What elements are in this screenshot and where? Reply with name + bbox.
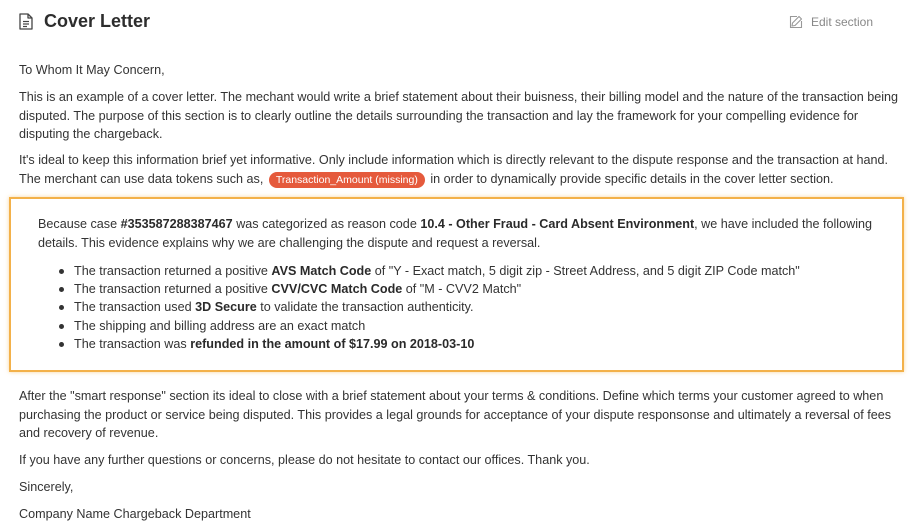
cover-letter-page: Cover Letter Edit section To Whom It May…: [0, 0, 914, 529]
data-token-badge[interactable]: Transaction_Amount (missing): [268, 171, 425, 188]
evidence-item: The transaction returned a positive CVV/…: [57, 280, 877, 298]
smart-response-intro: Because case #353587288387467 was catego…: [38, 215, 878, 252]
edit-section-label: Edit section: [811, 15, 874, 29]
edit-section-button[interactable]: Edit section: [789, 14, 873, 30]
page-title: Cover Letter: [44, 11, 151, 31]
letter-paragraph-tokens: It's ideal to keep this information brie…: [19, 151, 899, 188]
intro-text: was categorized as reason code: [232, 217, 421, 231]
section-header: Cover Letter Edit section: [0, 0, 914, 44]
smart-response-box: Because case #353587288387467 was catego…: [9, 197, 904, 372]
letter-paragraph-intro: This is an example of a cover letter. Th…: [19, 90, 899, 142]
paragraph-text: in order to dynamically provide specific…: [430, 171, 834, 186]
reason-code: 10.4 - Other Fraud - Card Absent Environ…: [420, 217, 695, 231]
evidence-item: The transaction was refunded in the amou…: [57, 335, 877, 353]
letter-paragraph-terms: After the "smart response" section its i…: [19, 389, 892, 441]
evidence-list: The transaction returned a positive AVS …: [57, 262, 877, 353]
case-number: #353587288387467: [120, 217, 233, 231]
letter-paragraph-contact: If you have any further questions or con…: [19, 453, 590, 467]
edit-icon: [789, 15, 803, 29]
letter-signature: Company Name Chargeback Department: [19, 507, 251, 521]
evidence-item: The transaction used 3D Secure to valida…: [57, 298, 877, 316]
evidence-item: The transaction returned a positive AVS …: [57, 262, 877, 280]
intro-text: Because case: [38, 217, 121, 231]
letter-greeting: To Whom It May Concern,: [19, 63, 165, 77]
document-icon: [19, 13, 33, 30]
evidence-item: The shipping and billing address are an …: [57, 317, 877, 335]
letter-closing: Sincerely,: [19, 480, 74, 494]
